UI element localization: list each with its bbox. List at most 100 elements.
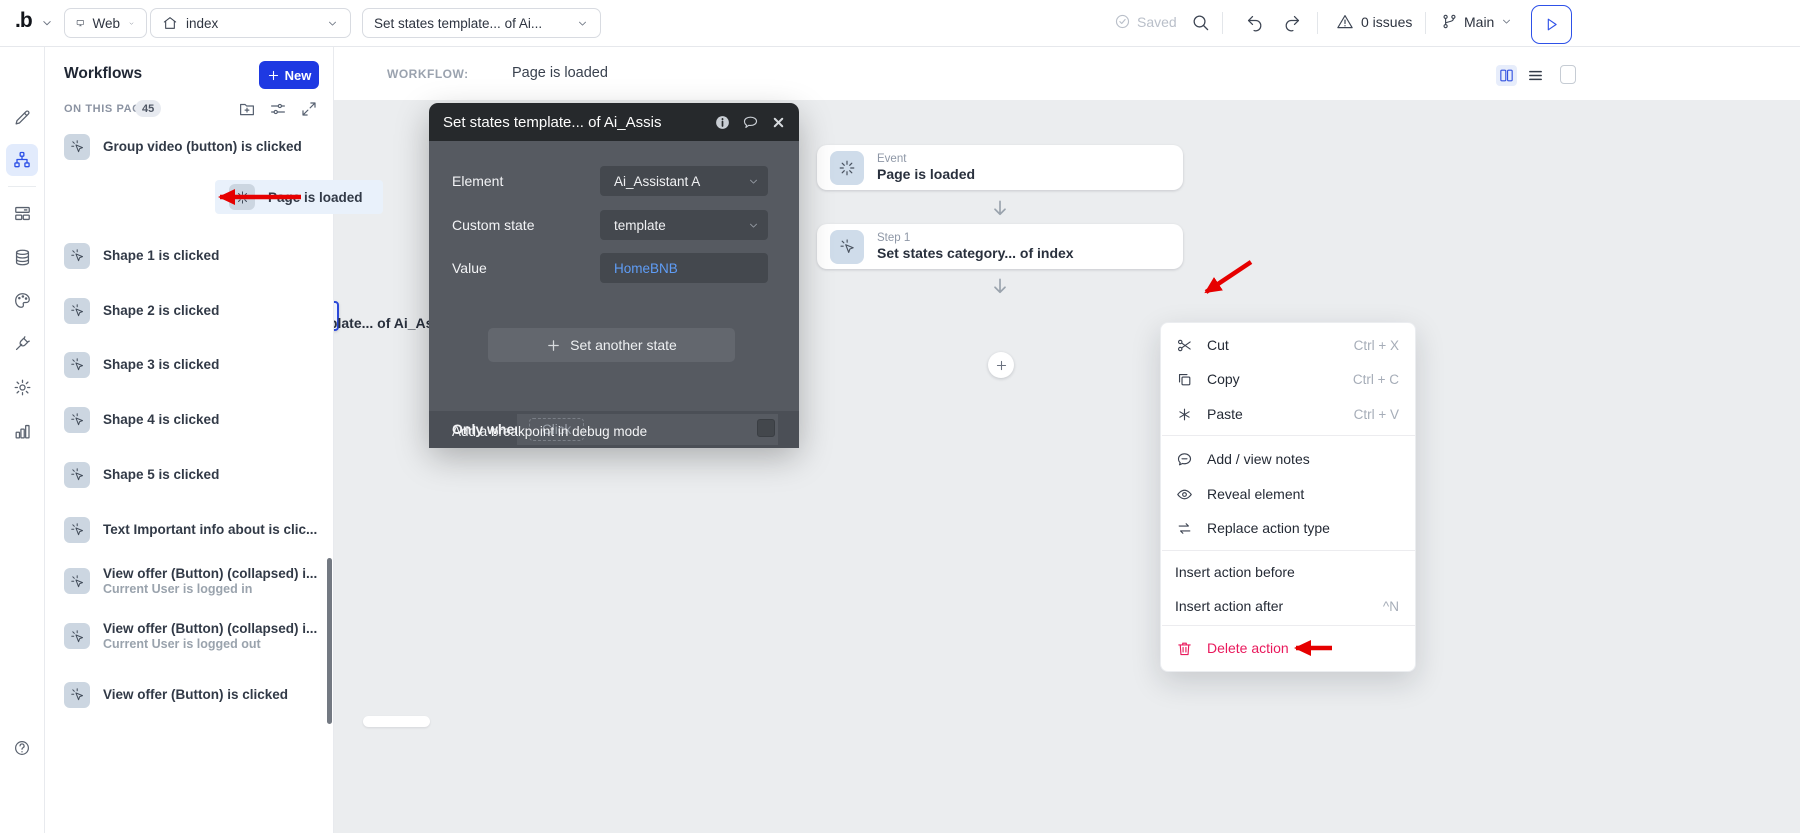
dialog-header[interactable]: Set states template... of Ai_Assis [429, 103, 799, 141]
panel-scrollbar[interactable] [327, 558, 332, 724]
menu-item-reveal-element[interactable]: Reveal element [1162, 477, 1414, 511]
value-input[interactable]: HomeBNB [600, 253, 768, 283]
info-icon[interactable] [713, 113, 731, 131]
left-icon-rail [0, 46, 45, 833]
workflow-list-item[interactable]: Shape 4 is clicked [44, 403, 333, 436]
spinner-icon [229, 184, 255, 210]
chevron-down-icon [747, 219, 760, 232]
page-dropdown[interactable]: index [150, 8, 351, 38]
cursor-click-icon [830, 230, 864, 264]
spinner-icon [830, 151, 864, 185]
save-status-label: Saved [1137, 14, 1177, 30]
clipped-toolbar-icon[interactable] [1560, 65, 1576, 84]
menu-item-copy[interactable]: Copy Ctrl + C [1162, 362, 1414, 396]
menu-divider [1162, 550, 1415, 551]
palette-icon [13, 291, 32, 310]
note-icon [1175, 450, 1194, 469]
gear-icon [13, 378, 32, 397]
flow-down-arrow-icon [990, 197, 1010, 219]
git-branch-icon [1441, 13, 1458, 30]
custom-state-label: Custom state [452, 217, 534, 233]
context-menu: Cut Ctrl + X Copy Ctrl + C Paste Ctrl + … [1160, 322, 1416, 672]
menu-item-add-notes[interactable]: Add / view notes [1162, 442, 1414, 476]
value-label: Value [452, 260, 487, 276]
set-another-state-button[interactable]: Set another state [488, 328, 735, 362]
workflow-list-item[interactable]: Shape 5 is clicked [44, 458, 333, 491]
workflow-selector-dropdown[interactable]: Set states template... of Ai... [362, 8, 601, 38]
rail-workflow-tab[interactable] [6, 144, 38, 176]
expand-icon[interactable] [300, 100, 318, 118]
rail-design-tab[interactable] [6, 101, 38, 133]
workflow-list-item[interactable]: Shape 1 is clicked [44, 239, 333, 272]
add-folder-icon[interactable] [238, 100, 256, 118]
save-status: Saved [1114, 13, 1177, 30]
rail-help-button[interactable] [6, 732, 38, 764]
workflow-list-item[interactable]: Text Important info about is clic... [44, 513, 333, 546]
branch-label: Main [1464, 14, 1494, 30]
workflow-header-label: WORKFLOW: [387, 67, 469, 81]
workflow-list-item[interactable]: Shape 3 is clicked [44, 348, 333, 381]
rail-settings-tab[interactable] [6, 371, 38, 403]
search-icon[interactable] [1191, 13, 1210, 32]
menu-item-insert-before[interactable]: Insert action before [1162, 555, 1414, 589]
workflow-list-item-selected[interactable]: Page is loaded [215, 180, 383, 214]
rail-data-tab[interactable] [6, 241, 38, 273]
menu-item-cut[interactable]: Cut Ctrl + X [1162, 328, 1414, 362]
platform-dropdown[interactable]: Web [64, 8, 147, 38]
rail-styles-tab[interactable] [6, 284, 38, 316]
menu-divider [1162, 625, 1415, 626]
breakpoint-label: Add a breakpoint in debug mode [452, 424, 647, 439]
rail-reusables-tab[interactable] [6, 197, 38, 229]
eye-icon [1175, 485, 1194, 504]
custom-state-select[interactable]: template [600, 210, 768, 240]
menu-item-insert-after[interactable]: Insert action after ^N [1162, 589, 1414, 623]
undo-icon[interactable] [1245, 13, 1264, 32]
event-card[interactable]: Event Page is loaded [817, 145, 1183, 190]
rail-divider [8, 186, 36, 187]
list-view-toggle[interactable] [1525, 65, 1546, 86]
cursor-click-icon [64, 568, 90, 594]
rail-plugins-tab[interactable] [6, 327, 38, 359]
issues-label: 0 issues [1361, 14, 1412, 30]
preview-button[interactable] [1531, 5, 1572, 44]
workflow-list-item[interactable]: Group video (button) is clicked [44, 130, 333, 163]
filter-sliders-icon[interactable] [269, 100, 287, 118]
redo-icon[interactable] [1283, 13, 1302, 32]
menu-divider [1162, 435, 1415, 436]
step-card[interactable]: Step 1 Set states category... of index [817, 224, 1183, 269]
workflow-list-item[interactable]: View offer (Button) is clicked [44, 678, 333, 711]
issues-indicator[interactable]: 0 issues [1336, 13, 1412, 31]
paste-icon [1175, 405, 1194, 424]
menu-item-replace-action[interactable]: Replace action type [1162, 511, 1414, 545]
grid-view-toggle[interactable] [1496, 65, 1517, 86]
close-icon[interactable] [769, 113, 787, 131]
menu-item-delete-action[interactable]: Delete action [1162, 631, 1414, 665]
comment-icon[interactable] [741, 113, 759, 131]
logo-chevron-down-icon[interactable] [40, 16, 54, 30]
workflow-list-item[interactable]: Shape 2 is clicked [44, 294, 333, 327]
element-select[interactable]: Ai_Assistant A [600, 166, 768, 196]
copy-icon [1175, 370, 1194, 389]
warning-triangle-icon [1336, 13, 1354, 31]
action-properties-dialog: Set states template... of Ai_Assis Eleme… [429, 103, 799, 445]
element-label: Element [452, 173, 503, 189]
workflow-header-value: Page is loaded [512, 65, 608, 81]
cursor-click-icon [64, 682, 90, 708]
dialog-title: Set states template... of Ai_Assis [443, 114, 703, 131]
add-action-button[interactable] [988, 352, 1014, 378]
trash-icon [1175, 639, 1194, 658]
workflow-list-item[interactable]: View offer (Button) (collapsed) i... Cur… [44, 561, 333, 601]
breakpoint-checkbox[interactable] [757, 419, 775, 437]
play-icon [1543, 16, 1560, 33]
workflow-list-item[interactable]: View offer (Button) (collapsed) i... Cur… [44, 616, 333, 656]
branch-dropdown[interactable]: Main [1441, 13, 1513, 30]
bubble-logo[interactable]: .b [15, 9, 32, 33]
cursor-click-icon [64, 243, 90, 269]
new-workflow-button[interactable]: New [259, 61, 319, 89]
cursor-click-icon [64, 407, 90, 433]
chevron-down-icon [326, 17, 339, 30]
cursor-click-icon [64, 298, 90, 324]
workflow-selector-label: Set states template... of Ai... [374, 16, 568, 31]
rail-logs-tab[interactable] [6, 415, 38, 447]
menu-item-paste[interactable]: Paste Ctrl + V [1162, 397, 1414, 431]
